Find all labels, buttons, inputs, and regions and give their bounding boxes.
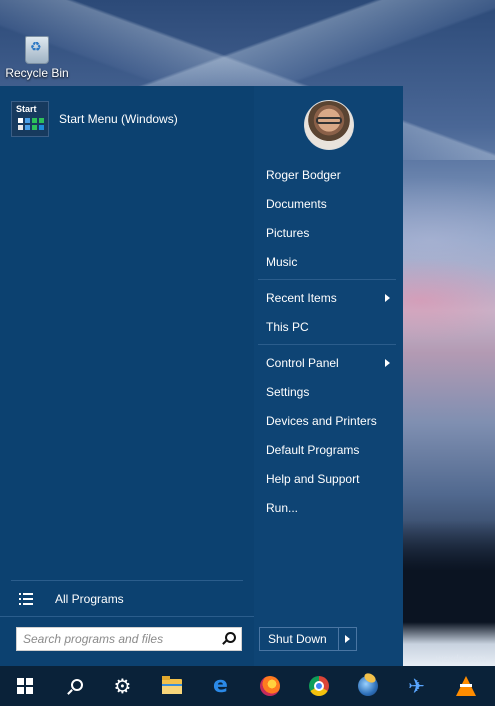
- menu-item-label: Recent Items: [266, 291, 337, 305]
- menu-item-run[interactable]: Run...: [254, 495, 400, 521]
- all-programs-button[interactable]: All Programs: [11, 586, 247, 612]
- tile-square: [32, 118, 37, 123]
- tile-square: [25, 125, 30, 130]
- menu-item-label: Devices and Printers: [266, 414, 377, 428]
- search-icon: [67, 679, 83, 693]
- start-button[interactable]: [0, 666, 49, 706]
- user-name-item[interactable]: Roger Bodger: [254, 162, 400, 188]
- taskbar-firefox-button[interactable]: [245, 666, 294, 706]
- start-menu-left-pane: Start Start Menu (Windows) All Programs: [0, 86, 254, 666]
- taskbar-chrome-button[interactable]: [294, 666, 343, 706]
- watermark: wsxdn.com: [436, 654, 487, 665]
- taskbar-globe-app-button[interactable]: [343, 666, 392, 706]
- shutdown-button-group: Shut Down: [259, 627, 357, 651]
- plane-app-icon: ✈: [408, 674, 425, 698]
- menu-item-settings[interactable]: Settings: [254, 379, 400, 405]
- tile-square: [18, 125, 23, 130]
- chrome-icon: [308, 676, 329, 696]
- search-box[interactable]: [16, 627, 242, 651]
- menu-item-label: Default Programs: [266, 443, 360, 457]
- shutdown-options-arrow-icon[interactable]: [339, 628, 356, 650]
- list-icon: [19, 593, 33, 605]
- recycle-bin-label: Recycle Bin: [5, 66, 69, 80]
- vlc-icon: [455, 676, 476, 696]
- start-menu: Start Start Menu (Windows) All Programs: [0, 86, 403, 666]
- start-menu-right-pane: Roger Bodger Documents Pictures Music Re…: [254, 86, 403, 666]
- menu-item-label: This PC: [266, 320, 309, 334]
- taskbar-plane-app-button[interactable]: ✈: [392, 666, 441, 706]
- menu-item-devices-and-printers[interactable]: Devices and Printers: [254, 408, 400, 434]
- submenu-arrow-icon: [385, 359, 390, 367]
- divider: [11, 580, 243, 581]
- firefox-icon: [259, 676, 280, 696]
- globe-app-icon: [357, 676, 378, 696]
- menu-item-documents[interactable]: Documents: [254, 191, 400, 217]
- tile-square: [25, 118, 30, 123]
- edge-icon: e: [213, 673, 228, 698]
- pinned-item-start-menu-windows[interactable]: Start Start Menu (Windows): [11, 100, 247, 138]
- menu-item-pictures[interactable]: Pictures: [254, 220, 400, 246]
- recycle-bin-icon: [25, 36, 49, 64]
- search-icon[interactable]: [219, 630, 237, 648]
- app-tile-text: Start: [16, 104, 37, 114]
- taskbar: ⚙ e ✈: [0, 666, 495, 706]
- menu-item-music[interactable]: Music: [254, 249, 400, 275]
- divider: [258, 344, 396, 345]
- taskbar-edge-button[interactable]: e: [196, 666, 245, 706]
- menu-item-control-panel[interactable]: Control Panel: [254, 350, 400, 376]
- tile-square: [32, 125, 37, 130]
- divider: [0, 616, 254, 617]
- divider: [258, 279, 396, 280]
- file-explorer-icon: [161, 675, 182, 694]
- taskbar-file-explorer-button[interactable]: [147, 666, 196, 706]
- menu-item-recent-items[interactable]: Recent Items: [254, 285, 400, 311]
- menu-item-label: Music: [266, 255, 298, 269]
- menu-item-this-pc[interactable]: This PC: [254, 314, 400, 340]
- wallpaper-trees: [403, 520, 495, 666]
- submenu-arrow-icon: [385, 294, 390, 302]
- shutdown-button[interactable]: Shut Down: [260, 632, 338, 646]
- menu-item-label: Help and Support: [266, 472, 360, 486]
- menu-item-label: Run...: [266, 501, 299, 515]
- user-name-label: Roger Bodger: [266, 168, 341, 182]
- menu-item-default-programs[interactable]: Default Programs: [254, 437, 400, 463]
- menu-item-help-and-support[interactable]: Help and Support: [254, 466, 400, 492]
- tile-square: [39, 118, 44, 123]
- menu-item-label: Control Panel: [266, 356, 339, 370]
- menu-item-label: Settings: [266, 385, 310, 399]
- user-avatar[interactable]: [304, 100, 354, 150]
- recycle-bin-desktop-icon[interactable]: Recycle Bin: [4, 32, 70, 84]
- search-input[interactable]: [17, 629, 219, 649]
- taskbar-settings-button[interactable]: ⚙: [98, 666, 147, 706]
- tile-square: [18, 118, 23, 123]
- pinned-item-label: Start Menu (Windows): [59, 112, 178, 126]
- settings-gear-icon: ⚙: [113, 674, 132, 698]
- all-programs-label: All Programs: [55, 592, 124, 606]
- menu-item-label: Pictures: [266, 226, 310, 240]
- menu-item-label: Documents: [266, 197, 327, 211]
- taskbar-search-button[interactable]: [49, 666, 98, 706]
- windows-start-icon: [16, 678, 33, 694]
- start-menu-app-icon: Start: [11, 101, 49, 137]
- taskbar-vlc-button[interactable]: [441, 666, 490, 706]
- tile-square: [39, 125, 44, 130]
